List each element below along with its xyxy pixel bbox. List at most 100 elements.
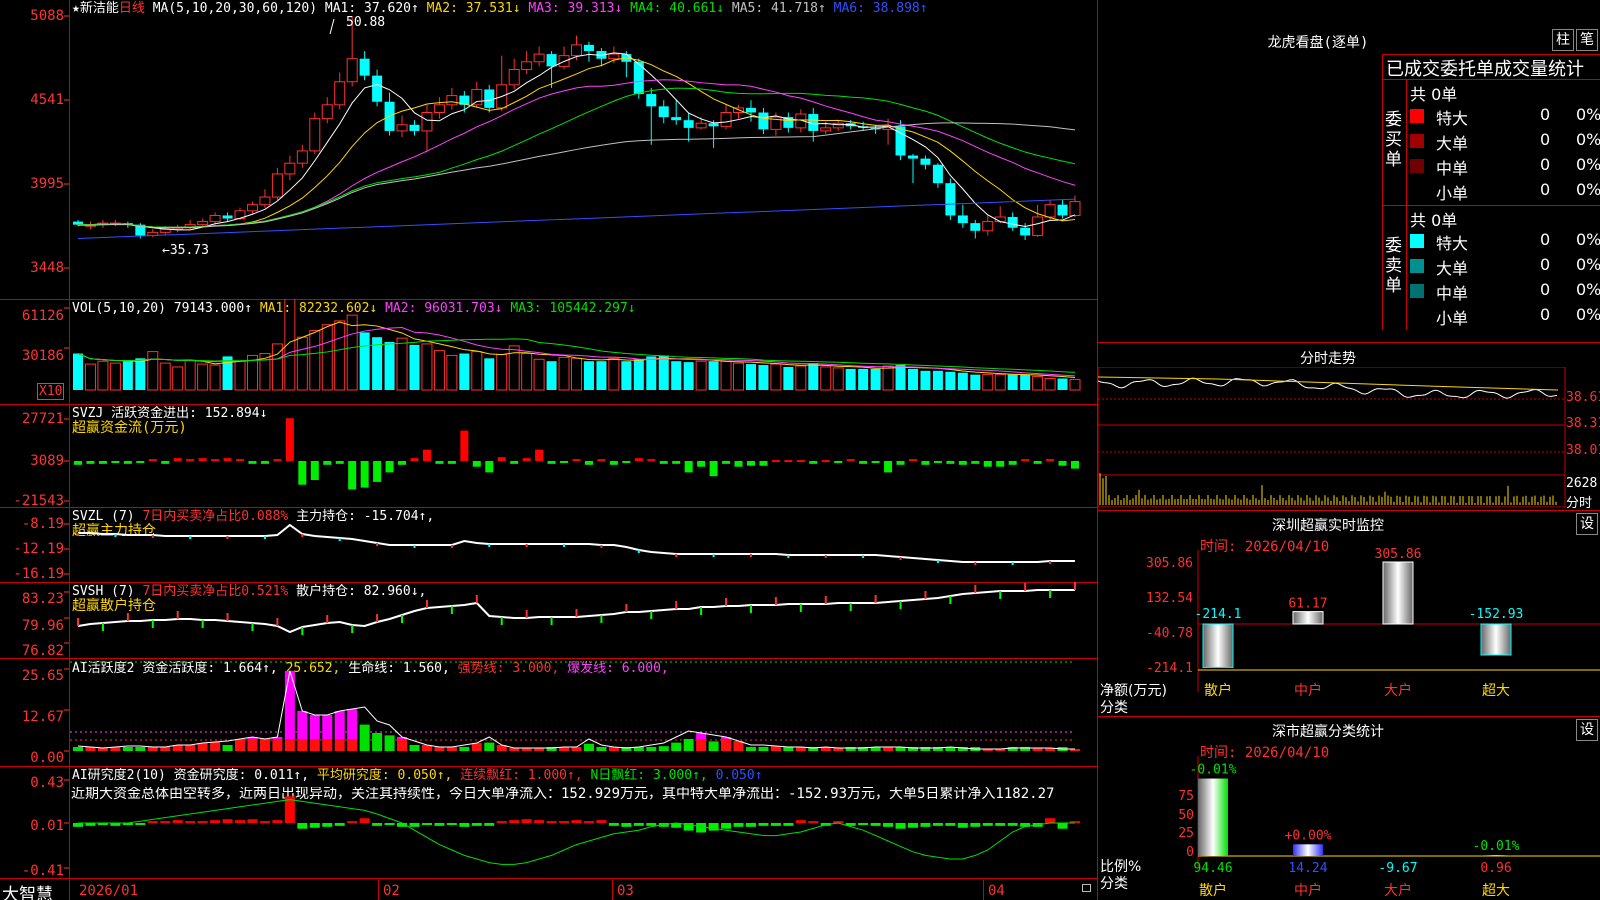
svzl-dot [226,536,229,539]
svzj-bar [535,449,544,461]
vol-bar [234,360,246,391]
svzl-dot [637,550,640,553]
svzj-bar [821,460,830,463]
ai2-bar [970,823,981,827]
bi-button[interactable]: 笔 [1576,29,1598,51]
ai2-bar [421,823,432,825]
vol-bar [459,353,470,390]
svsh-tick [1049,590,1052,598]
ai2-bar [733,823,744,827]
ai1-bar [297,739,308,751]
ai1-bar [197,743,208,751]
ai1-bar-top [334,711,345,739]
svzj-bar [1071,461,1079,469]
candle-body [521,61,533,70]
ai2-bar [459,823,470,827]
sell-label: 委卖单 [1385,236,1402,296]
stats-hline [1382,79,1600,80]
date-label: 2026/01 [79,883,139,899]
row-pct: 0% [1576,230,1600,249]
cls-xlabel: 分类 [1100,876,1128,892]
candle-body [409,124,420,131]
svzj-bar [971,461,980,464]
ai1-bar [185,745,196,751]
cls-bar [1293,844,1323,856]
svzl-dot [563,544,566,547]
cls-ytick: 0 [1186,845,1194,860]
ai1-bar-top [322,715,333,739]
fenshi-vol: 2628 [1566,476,1598,491]
lock-icon[interactable] [1082,884,1091,892]
vol-bar [895,365,906,390]
svzj-bar [834,461,843,463]
ai1-chart[interactable] [0,658,1097,766]
ai2-bar [1057,823,1068,829]
vol-bar [845,368,856,390]
candle-body [197,221,209,226]
candle-body [708,123,719,127]
cls-stats-chart[interactable]: 75 50 25 0 -0.01% 94.46 散户 +0.00% 14.24 中户 -9.67 大户… [1098,716,1600,900]
legend-swatch [1410,284,1424,298]
ai1-bar [272,739,283,751]
ai1-bar [758,747,769,751]
svzj-bar [622,461,631,463]
svzj-bar [734,461,743,467]
ai2-bar [509,820,520,823]
stats-vline [1406,80,1407,330]
svzj-bar [260,461,269,464]
svzj-bar [933,461,942,463]
svzj-bar [248,461,257,464]
svzj-bar [460,430,469,461]
vol-bar [795,365,807,391]
ai2-bar [696,823,707,833]
row-pct: 0% [1576,155,1600,174]
vol-bar [745,364,756,390]
ai1-bar-top [347,709,358,739]
ai2-bar [708,823,719,831]
sell-total: 共 0单 [1410,211,1458,230]
ai1-bar [708,741,719,751]
vol-bar [109,362,121,391]
ai1-bar [434,747,445,751]
fenshi-chart[interactable] [1098,367,1600,507]
candle-body [359,58,370,76]
sz-bar [1382,561,1414,625]
ai1-bar [334,739,345,751]
svzj-bar [398,461,407,465]
svsh-chart[interactable] [0,582,1097,658]
ai1-bar [583,743,594,751]
stats-hline [1382,205,1600,206]
candle-body [1057,204,1068,216]
ai2-bar [870,823,881,826]
ai2-bar [858,823,869,825]
ai2-bar [745,823,756,827]
row-count: 0 [1540,230,1551,249]
ai2-bar [297,823,308,829]
svzj-bar [584,461,593,465]
sz-monitor-chart[interactable]: 305.86132.54-40.78-214.1-214.1散户61.17中户3… [1098,510,1600,710]
vol-bar [671,361,682,390]
ai2-bar [608,823,619,826]
vol-bar [571,357,582,391]
legend-swatch [1410,159,1424,173]
ai2-bar [521,819,532,823]
ai2-bar [1045,818,1056,823]
svzl-dot [189,536,192,539]
cls-bottom-label: 0.96 [1480,861,1511,876]
svsh-tick [874,595,877,603]
ai2-bar [471,823,482,826]
ai2-chart[interactable] [0,766,1097,878]
svzl-chart[interactable] [0,507,1097,582]
svzj-bar [722,461,731,464]
svzl-line [78,523,1075,563]
zhu-button[interactable]: 柱 [1552,29,1574,51]
volume-chart[interactable] [0,299,1097,404]
ma-line [78,122,1076,229]
row-pct: 0% [1576,130,1600,149]
ai1-bar [571,747,582,751]
fenshi-title: 分时走势 [1300,351,1356,367]
svsh-tick [101,623,104,631]
divider-footer [0,878,1097,879]
candle-body [745,107,756,113]
svzj-chart[interactable] [0,404,1097,507]
